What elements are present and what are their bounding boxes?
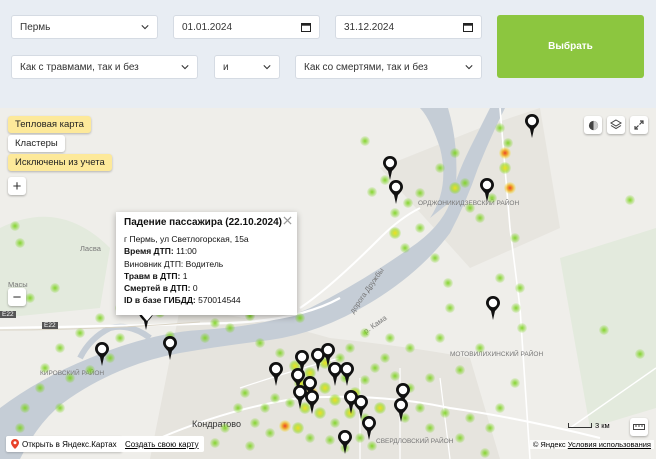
incident-marker[interactable] [305, 390, 319, 414]
expand-icon [634, 120, 644, 130]
popup-deaths-value: 0 [192, 283, 198, 294]
injuries-value: Как с травмами, так и без [20, 61, 139, 73]
zoom-in-button[interactable]: + [8, 177, 26, 195]
date-from-field[interactable]: 01.01.2024 [173, 15, 320, 39]
popup-address: г Пермь, ул Светлогорская, 15а [124, 234, 249, 245]
date-from-value: 01.01.2024 [182, 21, 233, 33]
ruler-button[interactable] [630, 418, 648, 436]
chevron-down-icon [263, 65, 271, 70]
popup-id-row: ID в базе ГИБДД: 570014544 [124, 294, 289, 306]
scale-bar [568, 423, 592, 428]
chevron-down-icon [141, 25, 149, 30]
zoom-out-button[interactable]: − [8, 288, 26, 306]
incident-marker[interactable] [394, 398, 408, 422]
close-icon[interactable] [283, 216, 292, 225]
scale-label: 3 км [595, 421, 610, 430]
popup-culprit-label: Виновник ДТП: [124, 258, 184, 269]
incident-marker[interactable] [486, 296, 500, 320]
incident-marker[interactable] [269, 362, 283, 386]
injuries-select[interactable]: Как с травмами, так и без [11, 55, 198, 79]
deaths-select[interactable]: Как со смертями, так и без [295, 55, 482, 79]
city-value: Пермь [20, 21, 51, 33]
popup-culprit-row: Виновник ДТП: Водитель [124, 258, 289, 270]
clusters-toggle[interactable]: Клaстеры [8, 135, 65, 152]
incident-marker[interactable] [95, 342, 109, 366]
incident-marker[interactable] [525, 114, 539, 138]
popup-time-row: Время ДТП: 11:00 [124, 245, 289, 257]
ruler-icon [633, 424, 645, 430]
heatmap-toggle[interactable]: Тепловая карта [8, 116, 91, 133]
incident-marker[interactable] [340, 362, 354, 386]
incident-marker[interactable] [293, 385, 307, 409]
map-scale: 3 км [568, 421, 610, 430]
popup-title: Падение пассажира (22.10.2024) [124, 217, 282, 228]
incident-marker[interactable] [480, 178, 494, 202]
incident-marker[interactable] [389, 180, 403, 204]
create-map-link[interactable]: Создать свою карту [120, 436, 204, 452]
traffic-button[interactable] [584, 116, 602, 134]
popup-time-value: 11:00 [176, 246, 197, 257]
copyright: © Яндекс Условия использования [529, 440, 654, 449]
map-pin-icon [11, 439, 19, 449]
popup-tail [141, 314, 153, 321]
popup-injured-label: Травм в ДТП: [124, 270, 181, 281]
calendar-icon[interactable] [301, 22, 311, 32]
calendar-icon[interactable] [463, 22, 473, 32]
filter-panel: Пермь 01.01.2024 31.12.2024 Как с травма… [0, 0, 656, 104]
submit-button[interactable]: Выбрать [497, 15, 644, 78]
fullscreen-button[interactable] [630, 116, 648, 134]
map-view[interactable]: Ласва Масы Кондратово КИРОВСКИЙ РАЙОН ОР… [0, 108, 656, 459]
open-in-yandex-link[interactable]: Открыть в Яндекс.Картах [6, 436, 122, 452]
date-to-value: 31.12.2024 [344, 21, 395, 33]
excluded-toggle[interactable]: Исключены из учета [8, 154, 112, 171]
incident-marker[interactable] [338, 430, 352, 454]
popup-id-value: 570014544 [198, 295, 241, 306]
layers-icon [610, 119, 622, 130]
popup-deaths-label: Смертей в ДТП: [124, 283, 191, 294]
popup-culprit-value: Водитель [185, 258, 224, 269]
incident-marker[interactable] [383, 156, 397, 180]
logic-select[interactable]: и [214, 55, 280, 79]
chevron-down-icon [181, 65, 189, 70]
popup-id-label: ID в базе ГИБДД: [124, 295, 196, 306]
deaths-value: Как со смертями, так и без [304, 61, 428, 73]
chevron-down-icon [465, 65, 473, 70]
incident-marker[interactable] [163, 336, 177, 360]
popup-injured-row: Травм в ДТП: 1 [124, 270, 289, 282]
popup-time-label: Время ДТП: [124, 246, 174, 257]
copyright-text: © Яндекс [532, 440, 566, 449]
incident-marker[interactable] [362, 416, 376, 440]
city-select[interactable]: Пермь [11, 15, 158, 39]
layers-button[interactable] [607, 116, 625, 134]
incident-popup: Падение пассажира (22.10.2024) г Пермь, … [116, 212, 297, 315]
incident-marker[interactable] [354, 395, 368, 419]
traffic-icon [588, 120, 598, 130]
popup-deaths-row: Смертей в ДТП: 0 [124, 282, 289, 294]
logic-value: и [223, 61, 229, 73]
date-to-field[interactable]: 31.12.2024 [335, 15, 482, 39]
incident-marker[interactable] [328, 362, 342, 386]
popup-injured-value: 1 [182, 270, 188, 281]
open-in-yandex-label: Открыть в Яндекс.Картах [22, 439, 117, 449]
terms-link[interactable]: Условия использования [568, 440, 651, 449]
